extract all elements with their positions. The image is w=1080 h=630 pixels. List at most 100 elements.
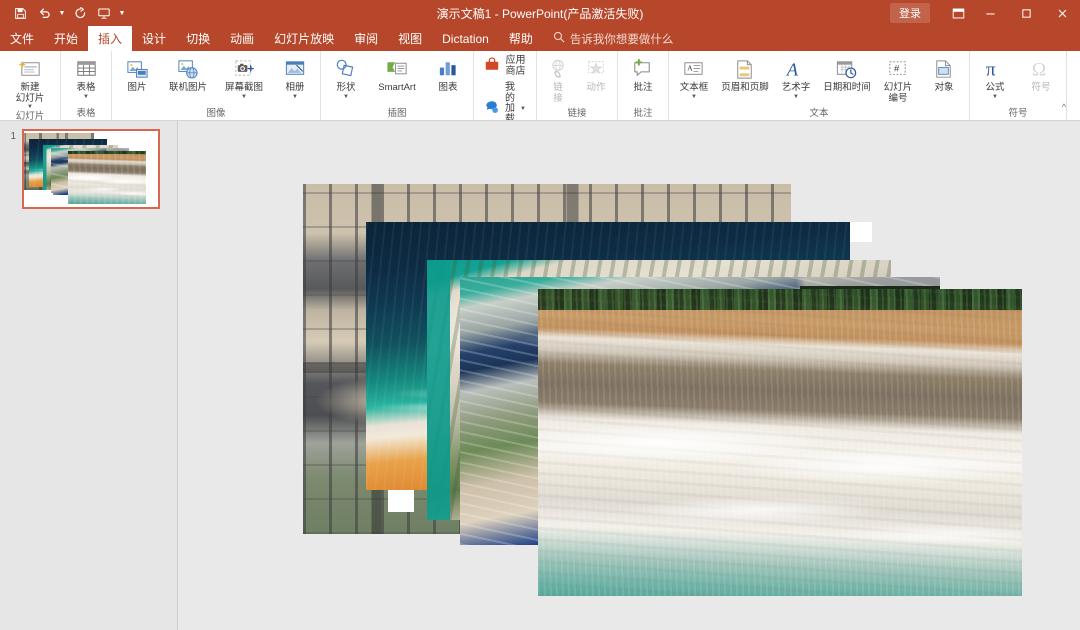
- slide-editing-pane[interactable]: [178, 121, 1080, 630]
- action-button[interactable]: 动作: [577, 54, 615, 94]
- slide-canvas[interactable]: [178, 121, 1080, 608]
- undo-icon[interactable]: [33, 3, 55, 23]
- photo-album-label: 相册: [285, 83, 304, 94]
- tab-file[interactable]: 文件: [0, 26, 44, 51]
- online-picture-icon: [176, 56, 201, 82]
- text-box-button[interactable]: A 文本框 ▼: [671, 54, 717, 100]
- chart-button[interactable]: 图表: [425, 54, 471, 94]
- online-pictures-button[interactable]: 联机图片: [160, 54, 216, 94]
- header-footer-icon: [732, 56, 757, 82]
- maximize-button[interactable]: [1008, 0, 1044, 26]
- ribbon-tab-strip: 文件 开始 插入 设计 切换 动画 幻灯片放映 审阅 视图 Dictation …: [0, 26, 1080, 51]
- chevron-down-icon[interactable]: ▼: [691, 94, 697, 100]
- ribbon: 新建 幻灯片 ▼ 幻灯片 表格 ▼ 表格: [0, 51, 1080, 121]
- text-box-label: 文本框: [680, 83, 709, 94]
- ribbon-group-text-label: 文本: [671, 107, 967, 121]
- photo-album-button[interactable]: 相册 ▼: [272, 54, 318, 100]
- redo-icon[interactable]: [69, 3, 91, 23]
- date-time-label: 日期和时间: [823, 83, 871, 94]
- ribbon-group-comments-label: 批注: [620, 107, 666, 121]
- chart-icon: [436, 56, 461, 82]
- chevron-down-icon[interactable]: ▼: [292, 94, 298, 100]
- chevron-down-icon[interactable]: ▼: [520, 106, 526, 112]
- minimize-button[interactable]: [972, 0, 1008, 26]
- slide-thumbnail-1[interactable]: 1: [0, 129, 178, 209]
- wordart-button[interactable]: A 艺术字 ▼: [773, 54, 819, 100]
- slide-thumbnail-pane: 1: [0, 121, 178, 630]
- object-button[interactable]: 对象: [921, 54, 967, 94]
- title-bar: ▼ ▼ 演示文稿1 - PowerPoint(产品激活失败) 登录: [0, 0, 1080, 26]
- collapse-ribbon-button[interactable]: ^: [1056, 99, 1072, 115]
- online-pictures-label: 联机图片: [169, 83, 207, 94]
- sign-in-button[interactable]: 登录: [890, 3, 930, 23]
- tab-help[interactable]: 帮助: [499, 26, 543, 51]
- tab-animations[interactable]: 动画: [220, 26, 264, 51]
- photo-aerial-beach-breaking-waves[interactable]: [538, 289, 1022, 596]
- symbol-button[interactable]: Ω 符号: [1018, 54, 1064, 94]
- tab-slide-show[interactable]: 幻灯片放映: [264, 26, 344, 51]
- slide-thumbnail-box[interactable]: [22, 129, 160, 209]
- equation-icon: π: [982, 56, 1007, 82]
- textbox-icon: A: [681, 56, 706, 82]
- tab-review[interactable]: 审阅: [344, 26, 388, 51]
- shapes-button[interactable]: 形状 ▼: [323, 54, 369, 100]
- equation-label: 公式: [985, 83, 1004, 94]
- save-icon[interactable]: [9, 3, 31, 23]
- undo-dropdown-icon[interactable]: ▼: [57, 3, 67, 23]
- new-comment-button[interactable]: 批注: [620, 54, 666, 94]
- object-label: 对象: [934, 83, 953, 94]
- presentation-icon[interactable]: [93, 3, 115, 23]
- ribbon-group-tables: 表格 ▼ 表格: [61, 51, 112, 121]
- new-slide-icon: [18, 56, 43, 82]
- chevron-down-icon[interactable]: ▼: [83, 94, 89, 100]
- tab-home[interactable]: 开始: [44, 26, 88, 51]
- close-button[interactable]: [1044, 0, 1080, 26]
- new-slide-button[interactable]: 新建 幻灯片 ▼: [2, 54, 58, 110]
- smartart-button[interactable]: SmartArt: [369, 54, 425, 94]
- link-button[interactable]: 链 接: [539, 54, 577, 104]
- store-icon: [484, 56, 500, 77]
- slide-white-gap-upper-right: [850, 222, 872, 242]
- ribbon-display-options-icon[interactable]: [944, 0, 972, 26]
- new-slide-label: 新建 幻灯片: [16, 83, 45, 104]
- equation-button[interactable]: π 公式 ▼: [972, 54, 1018, 100]
- customize-quick-access-icon[interactable]: ▼: [117, 3, 127, 23]
- slide-number-button[interactable]: # 幻灯片 编号: [875, 54, 921, 104]
- table-button[interactable]: 表格 ▼: [63, 54, 109, 100]
- date-time-button[interactable]: 日期和时间: [819, 54, 875, 94]
- picture-icon: [125, 56, 150, 82]
- tab-dictation[interactable]: Dictation: [432, 26, 499, 51]
- header-footer-button[interactable]: 页眉和页脚: [717, 54, 773, 94]
- video-button[interactable]: 视频 ▼: [1069, 54, 1080, 100]
- tab-view[interactable]: 视图: [388, 26, 432, 51]
- smartart-label: SmartArt: [378, 83, 415, 94]
- store-label: 应用商店: [505, 56, 526, 77]
- slide-number-icon: #: [885, 56, 910, 82]
- ribbon-group-links: 链 接 动作 链接: [537, 51, 618, 121]
- powerpoint-window: ▼ ▼ 演示文稿1 - PowerPoint(产品激活失败) 登录: [0, 0, 1080, 630]
- ribbon-group-images: 图片 联机图片 屏幕截图 ▼: [112, 51, 321, 121]
- action-icon: [584, 56, 608, 82]
- chevron-down-icon[interactable]: ▼: [343, 94, 349, 100]
- tell-me-search[interactable]: 告诉我你想要做什么: [543, 26, 684, 51]
- tab-design[interactable]: 设计: [132, 26, 176, 51]
- screenshot-label: 屏幕截图: [225, 83, 263, 94]
- window-controls: 登录: [890, 0, 1080, 26]
- chevron-down-icon[interactable]: ▼: [793, 94, 799, 100]
- screenshot-button[interactable]: 屏幕截图 ▼: [216, 54, 272, 100]
- shapes-label: 形状: [336, 83, 355, 94]
- ribbon-group-symbols: π 公式 ▼ Ω 符号 符号: [970, 51, 1067, 121]
- svg-text:π: π: [986, 59, 996, 80]
- chevron-down-icon[interactable]: ▼: [241, 94, 247, 100]
- slide-thumbnail-preview: [24, 131, 158, 207]
- date-time-icon: [834, 56, 859, 82]
- screenshot-icon: [232, 56, 257, 82]
- wordart-icon: A: [783, 56, 808, 82]
- tab-transitions[interactable]: 切换: [176, 26, 220, 51]
- new-comment-icon: [630, 56, 655, 82]
- tab-insert[interactable]: 插入: [88, 26, 132, 51]
- shapes-icon: [334, 56, 359, 82]
- store-button[interactable]: 应用商店: [480, 55, 530, 78]
- chevron-down-icon[interactable]: ▼: [992, 94, 998, 100]
- pictures-button[interactable]: 图片: [114, 54, 160, 94]
